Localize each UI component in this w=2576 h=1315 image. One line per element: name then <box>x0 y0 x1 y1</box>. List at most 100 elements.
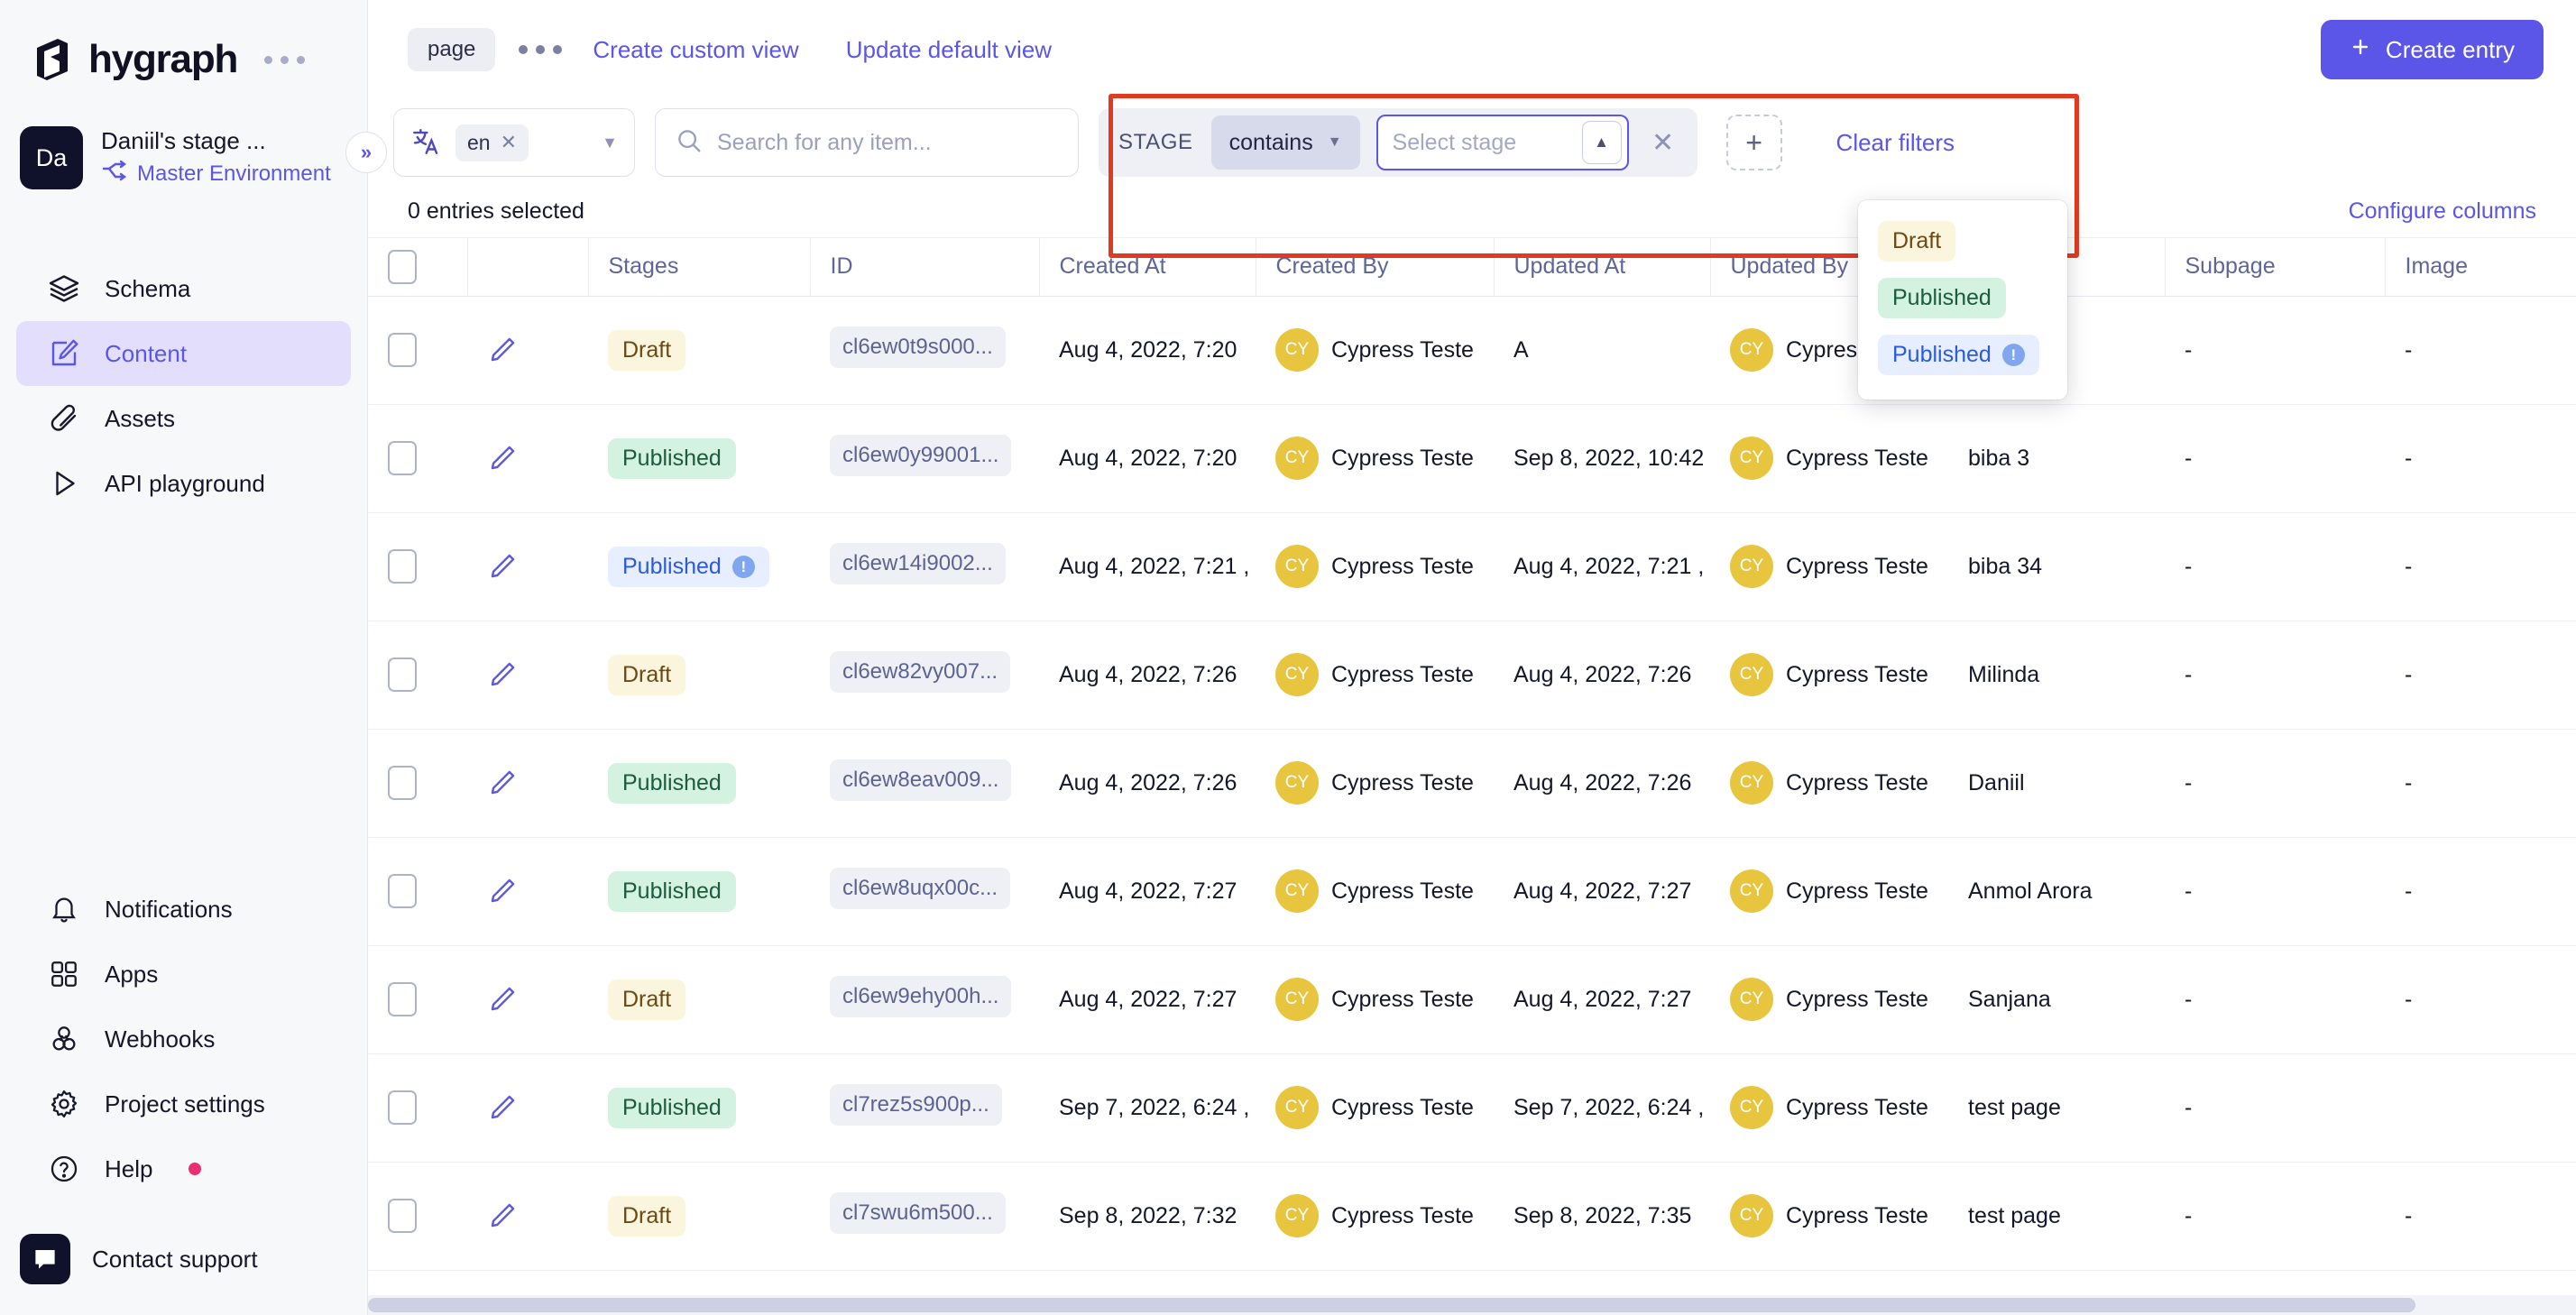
chevron-up-icon[interactable]: ▲ <box>1582 121 1622 164</box>
sidebar-item-api-playground[interactable]: API playground <box>16 451 351 516</box>
row-edit-cell[interactable] <box>467 1162 588 1270</box>
horizontal-scrollbar-thumb[interactable] <box>368 1298 2415 1312</box>
entry-id-chip[interactable]: cl6ew0y99001... <box>830 435 1011 476</box>
row-edit-cell[interactable] <box>467 945 588 1053</box>
row-edit-cell[interactable] <box>467 296 588 404</box>
column-header-updated-at[interactable]: Updated At <box>1494 238 1710 296</box>
column-header-created-at[interactable]: Created At <box>1039 238 1256 296</box>
stage-option-draft[interactable]: Draft <box>1858 213 2067 270</box>
pencil-icon[interactable] <box>487 443 588 474</box>
user-cell: CYCypress Teste <box>1730 653 1948 696</box>
row-edit-cell[interactable] <box>467 1053 588 1162</box>
pencil-icon[interactable] <box>487 1200 588 1231</box>
table-row[interactable]: Published!cl6ew14i9002...Aug 4, 2022, 7:… <box>368 512 2576 621</box>
close-icon[interactable]: ✕ <box>501 131 517 154</box>
avatar: CY <box>1730 545 1773 588</box>
language-selector[interactable]: en ✕ ▼ <box>393 108 635 177</box>
entry-id-chip[interactable]: cl7rez5s900p... <box>830 1084 1002 1126</box>
cell-image: - <box>2385 296 2576 404</box>
pencil-icon[interactable] <box>487 335 588 365</box>
sidebar-item-content[interactable]: Content <box>16 321 351 386</box>
pencil-icon[interactable] <box>487 984 588 1015</box>
entry-id-chip[interactable]: cl6ew14i9002... <box>830 543 1006 584</box>
user-cell: CYCypress Teste <box>1275 978 1494 1021</box>
row-checkbox[interactable] <box>388 658 417 692</box>
pencil-icon[interactable] <box>487 768 588 798</box>
row-checkbox[interactable] <box>388 441 417 475</box>
column-header-id[interactable]: ID <box>810 238 1039 296</box>
entry-id-chip[interactable]: cl6ew8uqx00c... <box>830 868 1010 909</box>
sidebar-item-assets[interactable]: Assets <box>16 386 351 451</box>
pencil-icon[interactable] <box>487 876 588 906</box>
update-default-view-link[interactable]: Update default view <box>846 36 1052 64</box>
entry-id-chip[interactable]: cl7swu6m500... <box>830 1192 1006 1234</box>
table-row[interactable]: Publishedcl6ew0y99001...Aug 4, 2022, 7:2… <box>368 404 2576 512</box>
row-edit-cell[interactable] <box>467 837 588 945</box>
row-edit-cell[interactable] <box>467 404 588 512</box>
project-environment[interactable]: Master Environment <box>101 160 331 189</box>
sidebar-item-project-settings[interactable]: Project settings <box>16 1071 351 1136</box>
row-edit-cell[interactable] <box>467 621 588 729</box>
create-custom-view-link[interactable]: Create custom view <box>593 36 798 64</box>
stage-option-published[interactable]: Published <box>1858 270 2067 326</box>
filter-operator-select[interactable]: contains ▼ <box>1211 115 1360 170</box>
info-icon: ! <box>732 556 755 578</box>
empty-value: - <box>2405 987 2412 1012</box>
chevron-down-icon[interactable]: ▼ <box>602 133 618 152</box>
sidebar-item-apps[interactable]: Apps <box>16 942 351 1007</box>
info-icon: ! <box>2002 344 2025 366</box>
project-switcher[interactable]: Da Daniil's stage ... Master Environment… <box>0 119 367 197</box>
row-checkbox[interactable] <box>388 982 417 1016</box>
create-entry-label: Create entry <box>2386 36 2515 64</box>
row-checkbox[interactable] <box>388 333 417 367</box>
sidebar-collapse-icon[interactable]: » <box>345 132 387 173</box>
entry-id-chip[interactable]: cl6ew8eav009... <box>830 759 1011 801</box>
sidebar-item-schema[interactable]: Schema <box>16 256 351 321</box>
clear-filters-link[interactable]: Clear filters <box>1836 129 1955 157</box>
row-edit-cell[interactable] <box>467 512 588 621</box>
row-checkbox[interactable] <box>388 549 417 584</box>
branch-icon <box>101 160 128 189</box>
column-header-image[interactable]: Image <box>2385 238 2576 296</box>
row-checkbox[interactable] <box>388 874 417 908</box>
add-filter-button[interactable]: + <box>1726 115 1782 170</box>
column-header-stages[interactable]: Stages <box>588 238 810 296</box>
table-row[interactable]: Draftcl6ew9ehy00h...Aug 4, 2022, 7:27CYC… <box>368 945 2576 1053</box>
view-menu-ellipsis-icon[interactable] <box>519 45 562 54</box>
horizontal-scrollbar[interactable] <box>368 1295 2576 1315</box>
configure-columns-link[interactable]: Configure columns <box>2349 198 2536 225</box>
table-row[interactable]: Publishedcl7rez5s900p...Sep 7, 2022, 6:2… <box>368 1053 2576 1162</box>
create-entry-button[interactable]: Create entry <box>2321 20 2544 79</box>
search-input[interactable]: Search for any item... <box>655 108 1079 177</box>
contact-support-button[interactable]: Contact support <box>0 1210 367 1315</box>
pencil-icon[interactable] <box>487 551 588 582</box>
row-checkbox[interactable] <box>388 766 417 800</box>
table-row[interactable]: Publishedcl6ew8uqx00c...Aug 4, 2022, 7:2… <box>368 837 2576 945</box>
table-row[interactable]: Draftcl7swu6m500...Sep 8, 2022, 7:32CYCy… <box>368 1162 2576 1270</box>
status-badge-label: Draft <box>622 987 671 1013</box>
pencil-icon[interactable] <box>487 659 588 690</box>
table-row[interactable]: Draftcl6ew0t9s000...Aug 4, 2022, 7:20CYC… <box>368 296 2576 404</box>
view-chip-page[interactable]: page <box>408 28 495 71</box>
stage-value-select[interactable]: Select stage ▲ <box>1376 115 1629 170</box>
sidebar-item-help[interactable]: Help <box>16 1136 351 1201</box>
sidebar-item-notifications[interactable]: Notifications <box>16 877 351 942</box>
entry-id-chip[interactable]: cl6ew82vy007... <box>830 651 1010 693</box>
table-row[interactable]: Draftcl6ew82vy007...Aug 4, 2022, 7:26CYC… <box>368 621 2576 729</box>
user-cell: CYCypress Teste <box>1730 978 1948 1021</box>
column-header-created-by[interactable]: Created By <box>1256 238 1494 296</box>
select-all-checkbox[interactable] <box>388 250 417 284</box>
row-edit-cell[interactable] <box>467 729 588 837</box>
brand-menu-ellipsis-icon[interactable] <box>264 56 305 64</box>
entry-id-chip[interactable]: cl6ew9ehy00h... <box>830 976 1011 1017</box>
column-header-subpage[interactable]: Subpage <box>2165 238 2385 296</box>
language-tag-en[interactable]: en ✕ <box>455 124 529 161</box>
pencil-icon[interactable] <box>487 1092 588 1123</box>
stage-option-published-pending[interactable]: Published ! <box>1858 326 2067 383</box>
row-checkbox[interactable] <box>388 1090 417 1125</box>
table-row[interactable]: Publishedcl6ew8eav009...Aug 4, 2022, 7:2… <box>368 729 2576 837</box>
row-checkbox[interactable] <box>388 1199 417 1233</box>
sidebar-item-webhooks[interactable]: Webhooks <box>16 1007 351 1071</box>
entry-id-chip[interactable]: cl6ew0t9s000... <box>830 326 1006 368</box>
remove-filter-button[interactable]: ✕ <box>1634 108 1692 177</box>
